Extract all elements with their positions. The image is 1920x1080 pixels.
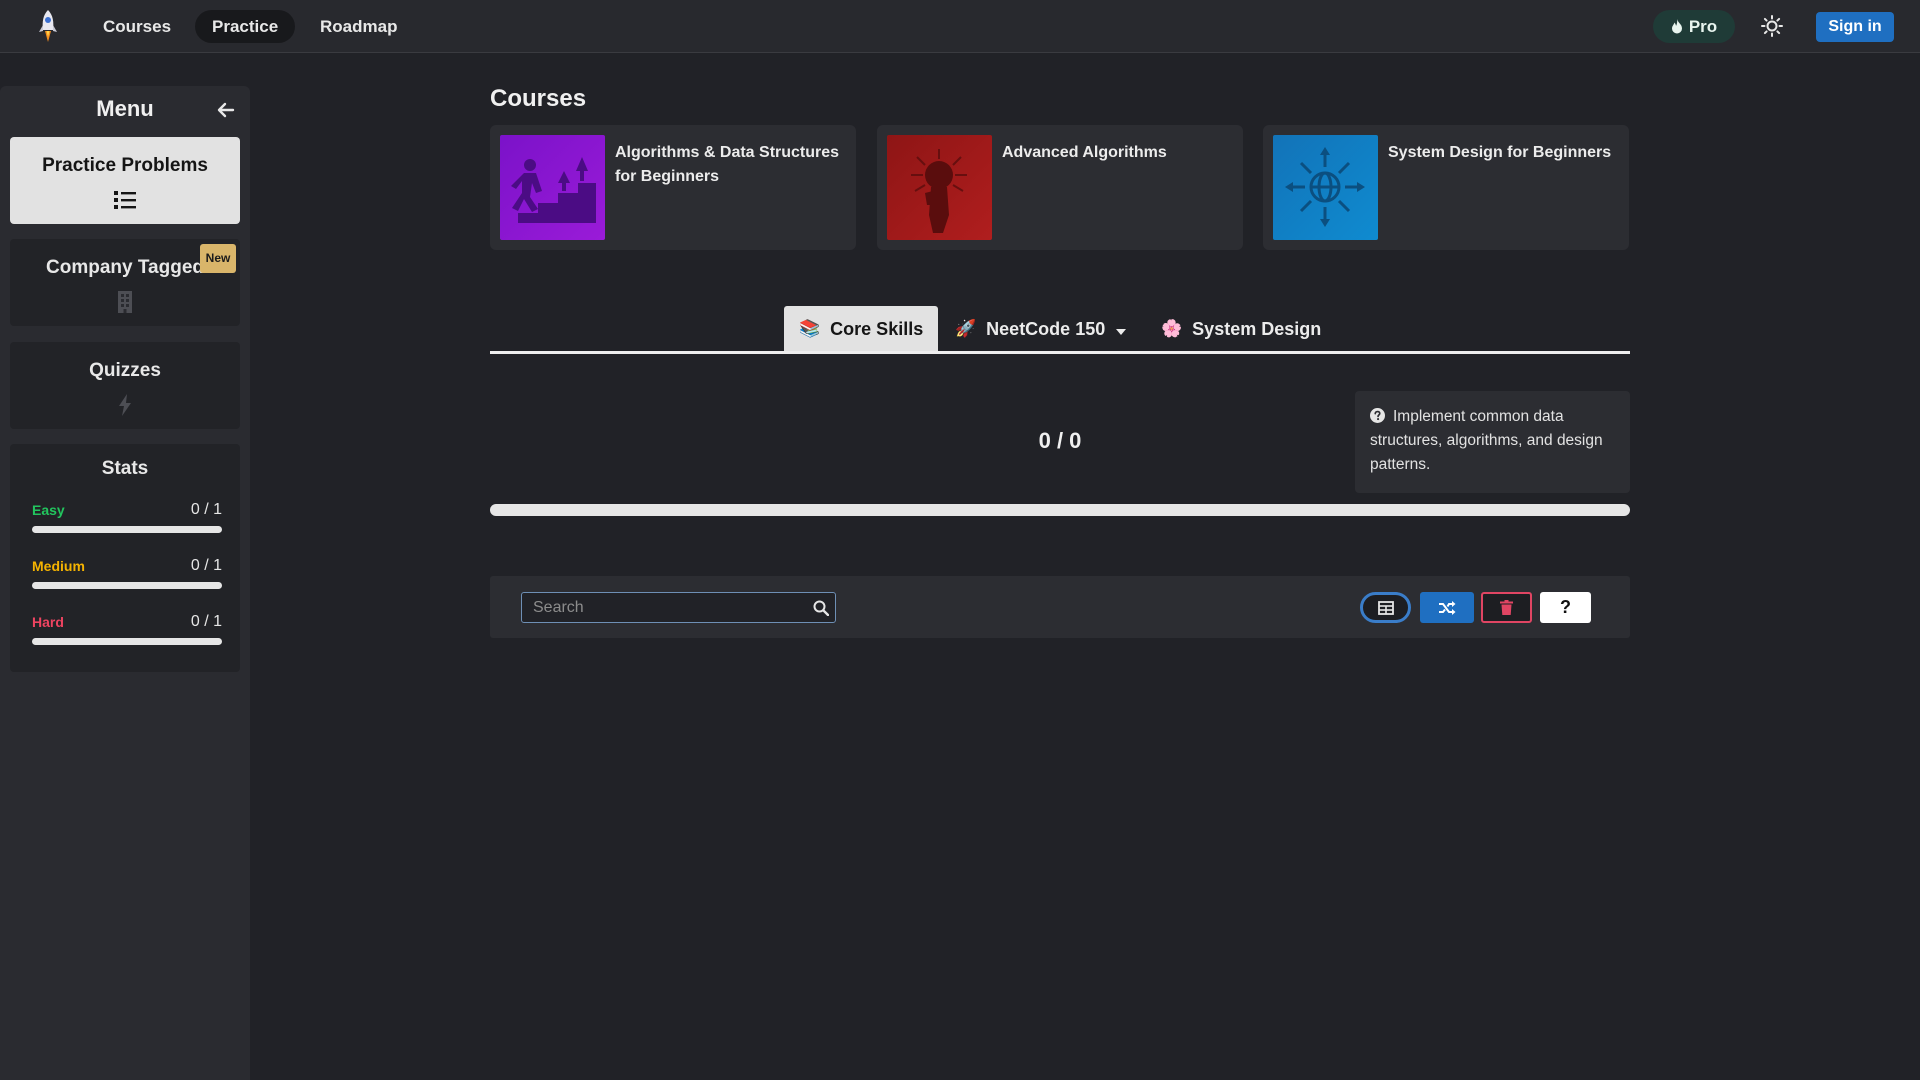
stat-progress-bar (32, 638, 222, 645)
rocket-icon: 🚀 (955, 319, 977, 338)
tab-label: NeetCode 150 (986, 318, 1106, 339)
nav-practice-link[interactable]: Practice (195, 10, 296, 43)
stats-panel: Stats Easy 0 / 1 Medium 0 / 1 Hard 0 / 1 (10, 444, 240, 672)
flower-icon: 🌸 (1161, 319, 1183, 338)
tabs-underline (490, 351, 1630, 354)
top-navbar: Courses Practice Roadmap Pro Sign in (0, 0, 1920, 53)
stat-row-easy: Easy 0 / 1 (32, 501, 222, 542)
globe-network-icon (1273, 135, 1378, 240)
sidebar-menu: Menu Practice Problems Company Tagged Ne… (0, 86, 250, 1080)
stats-title: Stats (101, 458, 149, 479)
trash-icon (1500, 600, 1513, 615)
nav-courses-link[interactable]: Courses (86, 10, 188, 43)
menu-title: Menu (96, 96, 154, 121)
help-button[interactable]: ? (1540, 592, 1591, 623)
question-mark-icon: ? (1560, 597, 1571, 617)
tab-neetcode-150[interactable]: 🚀 NeetCode 150 (940, 306, 1142, 352)
flame-icon (1671, 19, 1682, 34)
stat-count: 0 / 1 (190, 557, 222, 574)
new-badge: New (200, 244, 236, 273)
brain-hand-icon (887, 135, 992, 240)
stat-name: Hard (32, 614, 64, 630)
rocket-logo-icon[interactable] (36, 8, 60, 44)
search-field (521, 592, 836, 623)
nav-roadmap-link[interactable]: Roadmap (303, 10, 414, 43)
tab-label: System Design (1192, 318, 1322, 339)
stat-row-medium: Medium 0 / 1 (32, 557, 222, 598)
stat-row-hard: Hard 0 / 1 (32, 613, 222, 654)
sidebar-item-label: Quizzes (89, 360, 161, 381)
stat-progress-bar (32, 582, 222, 589)
course-card[interactable]: Advanced Algorithms (877, 125, 1243, 250)
stat-name: Easy (32, 502, 65, 518)
pro-button[interactable]: Pro (1653, 10, 1735, 43)
stat-count: 0 / 1 (190, 613, 222, 630)
search-icon[interactable] (813, 600, 829, 616)
books-icon: 📚 (799, 319, 821, 338)
stairs-climb-icon (500, 135, 605, 240)
course-card[interactable]: Algorithms & Data Structures for Beginne… (490, 125, 856, 250)
sidebar-item-quizzes[interactable]: Quizzes (10, 342, 240, 429)
question-circle-icon (1370, 408, 1385, 423)
lightning-icon (119, 394, 131, 416)
sidebar-item-practice-problems[interactable]: Practice Problems (10, 137, 240, 224)
pro-label: Pro (1688, 16, 1718, 36)
shuffle-icon (1439, 600, 1456, 615)
course-title: Algorithms & Data Structures for Beginne… (615, 144, 840, 185)
course-card[interactable]: System Design for Beginners (1263, 125, 1629, 250)
search-input[interactable] (522, 593, 802, 622)
info-box: Implement common data structures, algori… (1355, 391, 1630, 493)
table-view-toggle-button[interactable] (1360, 592, 1411, 623)
course-title: Advanced Algorithms (1002, 144, 1167, 161)
stat-progress-bar (32, 526, 222, 533)
sidebar-item-company-tagged[interactable]: Company Tagged New (10, 239, 240, 326)
arrow-left-collapse-icon[interactable] (216, 100, 236, 120)
tab-system-design[interactable]: 🌸 System Design (1146, 306, 1336, 352)
tab-label: Core Skills (830, 318, 924, 339)
sidebar-item-label: Practice Problems (42, 155, 208, 176)
stat-name: Medium (32, 558, 85, 574)
problems-toolbar: ? (490, 576, 1630, 638)
building-icon (118, 291, 132, 313)
shuffle-button[interactable] (1420, 592, 1474, 623)
list-icon (114, 191, 136, 209)
overall-progress-bar (490, 504, 1630, 516)
table-icon (1377, 600, 1394, 615)
chevron-down-icon (1116, 329, 1127, 335)
stat-count: 0 / 1 (190, 501, 222, 518)
courses-section-title: Courses (490, 85, 587, 112)
info-text: Implement common data structures, algori… (1370, 408, 1603, 473)
sign-in-button[interactable]: Sign in (1816, 12, 1894, 42)
course-title: System Design for Beginners (1388, 144, 1612, 161)
reset-delete-button[interactable] (1481, 592, 1532, 623)
tab-core-skills[interactable]: 📚 Core Skills (784, 306, 939, 352)
theme-toggle-sun-icon[interactable] (1760, 14, 1784, 38)
